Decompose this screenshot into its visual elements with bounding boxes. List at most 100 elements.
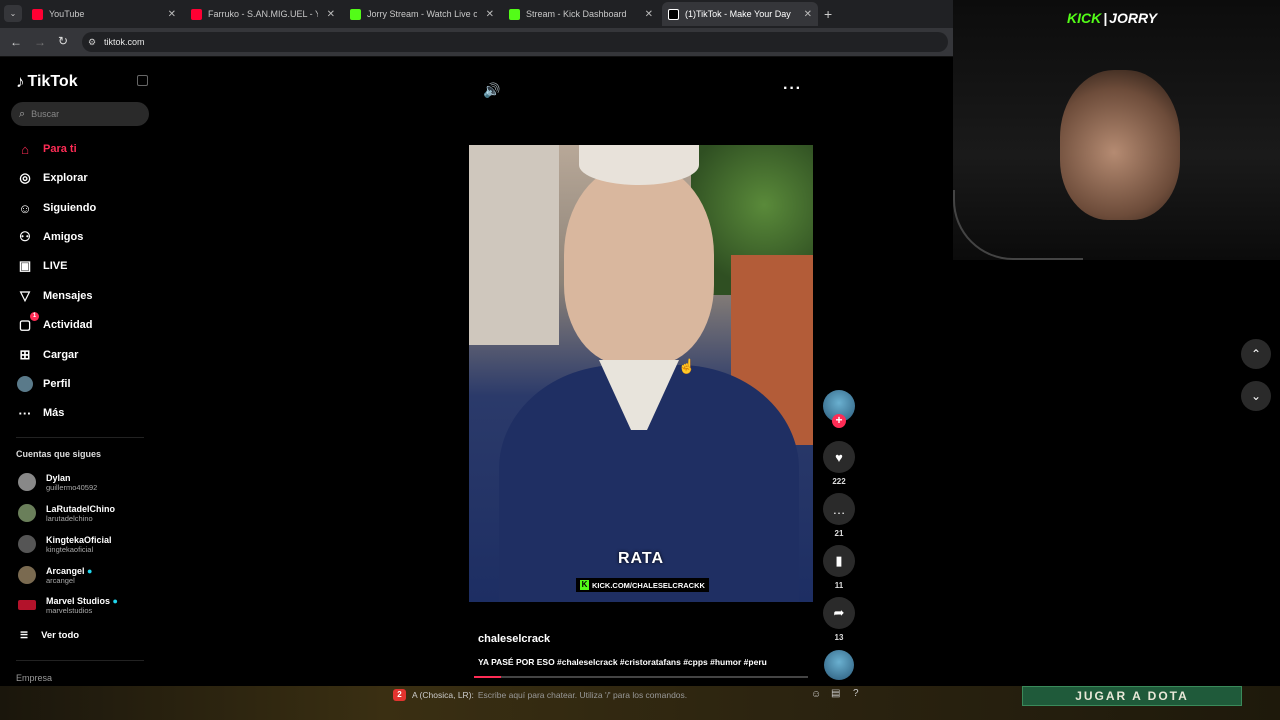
chat-input[interactable]: A (Chosica, LR): Escribe aquí para chate… xyxy=(412,687,812,703)
comment-icon: … xyxy=(832,501,846,517)
account-handle: arcangel xyxy=(46,575,75,585)
sound-disc-icon[interactable] xyxy=(824,650,854,680)
kick-logo-icon: K xyxy=(580,580,589,590)
tab-farruko[interactable]: Farruko - S.AN.MIG.UEL - YouT ✕ xyxy=(185,2,341,26)
chat-settings-icon[interactable]: ▤ xyxy=(831,688,840,699)
next-video-button[interactable]: ⌄ xyxy=(1241,381,1271,411)
nav-live[interactable]: ▣ LIVE xyxy=(16,255,68,277)
nav-para-ti[interactable]: ⌂ Para ti xyxy=(16,138,77,160)
logo-separator: | xyxy=(1103,10,1108,26)
nav-amigos[interactable]: ⚇ Amigos xyxy=(16,226,83,248)
previous-video-button[interactable]: ⌃ xyxy=(1241,339,1271,369)
nav-cargar[interactable]: ⊞ Cargar xyxy=(16,344,79,366)
new-tab-button[interactable]: + xyxy=(824,6,832,22)
youtube-favicon-icon xyxy=(32,8,43,20)
upload-icon: ⊞ xyxy=(19,347,31,362)
nav-label: Explorar xyxy=(43,172,88,184)
compass-icon: ◎ xyxy=(19,170,31,185)
nav-perfil[interactable]: Perfil xyxy=(16,373,71,395)
nav-mas[interactable]: ··· Más xyxy=(16,402,65,424)
account-name: Marvel Studios xyxy=(46,595,111,606)
like-count: 222 xyxy=(832,477,846,486)
nav-actividad[interactable]: ▢ 1 Actividad xyxy=(16,312,93,336)
home-icon: ⌂ xyxy=(21,141,29,157)
tab-title: Jorry Stream - Watch Live on Ki xyxy=(367,9,477,19)
nav-label: Mensajes xyxy=(43,290,93,302)
sidebar-divider xyxy=(16,437,144,438)
help-icon[interactable]: ? xyxy=(853,688,859,699)
volume-icon[interactable]: 🔊 xyxy=(483,82,500,99)
video-player[interactable]: RATA K KICK.COM/CHALESELCRACKK xyxy=(469,145,813,602)
account-handle: larutadelchino xyxy=(46,513,93,523)
reload-icon[interactable]: ↻ xyxy=(58,34,68,48)
video-author-name[interactable]: chaleselcrack xyxy=(478,633,550,645)
following-item-arcangel[interactable]: Arcangel ● arcangel xyxy=(18,562,92,588)
close-tab-icon[interactable]: ✕ xyxy=(327,9,335,20)
list-icon: ☰ xyxy=(20,630,29,640)
following-item-larutadelchino[interactable]: LaRutadelChino larutadelchino xyxy=(18,500,115,526)
nav-label: Perfil xyxy=(43,378,71,390)
close-tab-icon[interactable]: ✕ xyxy=(804,9,812,20)
account-handle: kingtekaoficial xyxy=(46,544,94,554)
following-item-marvel-studios[interactable]: Marvel Studios ● marvelstudios xyxy=(18,592,118,618)
video-wall-background xyxy=(469,145,559,345)
bookmark-icon: ▮ xyxy=(835,553,843,568)
verified-icon: ● xyxy=(112,595,118,606)
tab-jorry-stream[interactable]: Jorry Stream - Watch Live on Ki ✕ xyxy=(344,2,500,26)
nav-label: Siguiendo xyxy=(43,202,97,214)
comment-button[interactable]: … xyxy=(823,493,855,525)
more-options-icon[interactable]: ··· xyxy=(783,80,802,98)
tab-tiktok[interactable]: (1)TikTok - Make Your Day ✕ xyxy=(662,2,818,26)
following-section-title: Cuentas que sigues xyxy=(16,449,102,459)
video-watermark: K KICK.COM/CHALESELCRACKK xyxy=(576,578,709,592)
video-person-face xyxy=(564,165,714,365)
messages-icon: ▽ xyxy=(20,288,30,303)
collapse-sidebar-icon[interactable] xyxy=(137,75,148,86)
nav-mensajes[interactable]: ▽ Mensajes xyxy=(16,285,93,307)
back-icon[interactable]: ← xyxy=(10,35,22,49)
video-caption-overlay: RATA xyxy=(617,550,665,567)
following-item-dylan[interactable]: Dylan guillermo40592 xyxy=(18,469,97,495)
kick-favicon-icon xyxy=(509,8,520,20)
see-all-link[interactable]: ☰ Ver todo xyxy=(20,630,79,641)
verified-icon: ● xyxy=(87,565,93,576)
chat-user: A (Chosica, LR): xyxy=(412,690,474,700)
video-progress-bar[interactable] xyxy=(474,676,808,678)
site-info-icon[interactable]: ⚙ xyxy=(88,37,96,48)
share-button[interactable]: ➦ xyxy=(823,597,855,629)
share-icon: ➦ xyxy=(833,605,845,620)
tab-title: Stream - Kick Dashboard xyxy=(526,9,627,19)
nav-siguiendo[interactable]: ☺ Siguiendo xyxy=(16,197,96,219)
like-button[interactable]: ♥ xyxy=(823,441,855,473)
following-item-kingtekaoficial[interactable]: KingtekaOficial kingtekaoficial xyxy=(18,531,112,557)
more-icon: ··· xyxy=(18,405,32,421)
tab-title: Farruko - S.AN.MIG.UEL - YouT xyxy=(208,9,318,19)
video-person-cap xyxy=(579,145,699,185)
forward-icon[interactable]: → xyxy=(34,35,46,49)
video-watermark-text: KICK.COM/CHALESELCRACKK xyxy=(592,580,705,590)
emoji-icon[interactable]: ☺ xyxy=(811,689,821,700)
tiktok-logo[interactable]: ♪ TikTok xyxy=(16,72,78,92)
close-tab-icon[interactable]: ✕ xyxy=(645,9,653,20)
save-count: 11 xyxy=(834,581,844,590)
tiktok-note-icon: ♪ xyxy=(16,72,25,91)
url-bar[interactable]: tiktok.com xyxy=(82,32,948,52)
friends-icon: ⚇ xyxy=(19,229,31,244)
tab-kick-dashboard[interactable]: Stream - Kick Dashboard ✕ xyxy=(503,2,659,26)
search-input[interactable]: ⌕ Buscar xyxy=(11,102,149,126)
search-placeholder: Buscar xyxy=(31,109,60,119)
save-button[interactable]: ▮ xyxy=(823,545,855,577)
sidebar-divider xyxy=(16,660,144,661)
activity-badge: 1 xyxy=(30,312,39,321)
tab-youtube[interactable]: YouTube ✕ xyxy=(26,2,182,26)
footer-link-empresa[interactable]: Empresa xyxy=(16,673,52,683)
close-tab-icon[interactable]: ✕ xyxy=(168,9,176,20)
account-name: Arcangel xyxy=(46,565,85,576)
follow-plus-button[interactable]: + xyxy=(832,414,846,428)
nav-explorar[interactable]: ◎ Explorar xyxy=(16,167,88,189)
share-count: 13 xyxy=(834,633,844,642)
tab-list-button[interactable]: ⌄ xyxy=(4,5,22,22)
mouse-cursor-icon: ☝ xyxy=(678,358,696,374)
close-tab-icon[interactable]: ✕ xyxy=(486,9,494,20)
url-text: tiktok.com xyxy=(104,37,145,47)
